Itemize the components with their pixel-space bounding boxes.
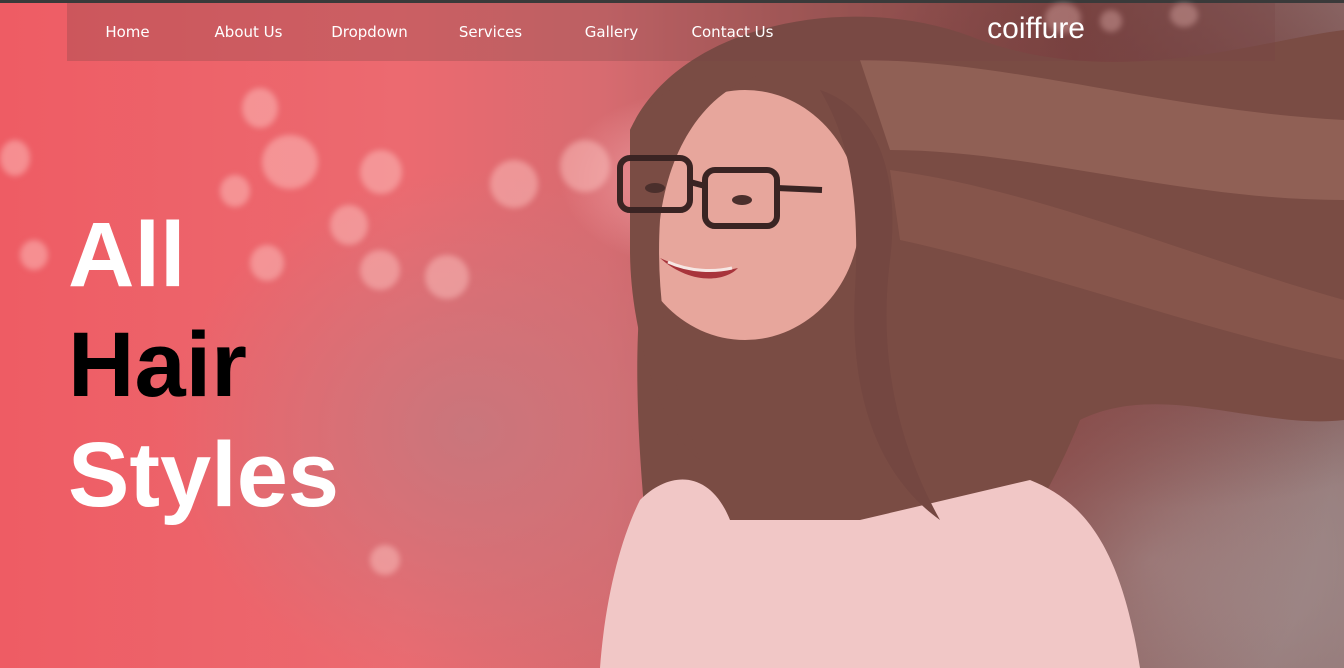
model-photo — [600, 16, 1344, 668]
top-navbar: Home About Us Dropdown Services Gallery … — [67, 3, 1275, 61]
nav-link-home[interactable]: Home — [67, 23, 188, 41]
bokeh-light — [360, 150, 402, 194]
bokeh-light — [20, 240, 48, 270]
nav-link-dropdown[interactable]: Dropdown — [309, 23, 430, 41]
nav-link-gallery[interactable]: Gallery — [551, 23, 672, 41]
bokeh-light — [360, 250, 400, 290]
nav-link-contact-us[interactable]: Contact Us — [672, 23, 793, 41]
nav-link-services[interactable]: Services — [430, 23, 551, 41]
headline-line-1: All — [68, 204, 186, 306]
bokeh-light — [0, 140, 30, 176]
bokeh-light — [425, 255, 469, 299]
headline-line-3: Styles — [68, 424, 340, 526]
hero-headline: All Hair Styles — [68, 200, 339, 530]
bokeh-light — [370, 545, 400, 575]
brand-logo[interactable]: coiffure — [987, 12, 1085, 46]
bokeh-light — [242, 88, 278, 128]
bokeh-light — [490, 160, 538, 208]
hero-section: Home About Us Dropdown Services Gallery … — [0, 0, 1344, 668]
bokeh-light — [262, 135, 318, 189]
headline-line-2: Hair — [68, 314, 247, 416]
nav-link-about-us[interactable]: About Us — [188, 23, 309, 41]
